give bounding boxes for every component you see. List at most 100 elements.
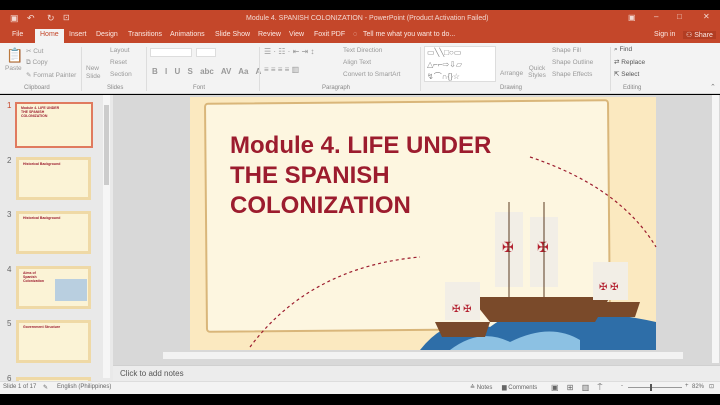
zoom-slider[interactable]: [628, 384, 682, 391]
view-buttons[interactable]: ▣ ⊞ ▥ ⍑: [551, 383, 602, 393]
thumbnail-slide-1[interactable]: Module 4. LIFE UNDER THE SPANISH COLONIZ…: [15, 102, 93, 148]
tab-design[interactable]: Design: [96, 31, 118, 38]
slide-thumbnail-panel: 1 Module 4. LIFE UNDER THE SPANISH COLON…: [0, 95, 113, 387]
title-bar: ▣ ↶ ↻ ⊡ Module 4. SPANISH COLONIZATION -…: [0, 10, 720, 28]
notes-label: Notes: [476, 385, 493, 391]
thumbnail-slide-2[interactable]: Historical Background: [16, 157, 91, 200]
format-painter-button[interactable]: ✎ Format Painter: [26, 71, 76, 79]
layout-button[interactable]: Layout: [110, 47, 130, 54]
zoom-level[interactable]: 82%: [692, 384, 704, 390]
list-buttons[interactable]: ☰ · ☷ · ⇤ ⇥ ↕: [264, 47, 314, 56]
spacing-button[interactable]: AV: [221, 67, 232, 76]
font-family-select[interactable]: [150, 48, 192, 57]
thumbnail-scrollbar[interactable]: [103, 95, 110, 378]
align-buttons[interactable]: ≡ ≡ ≡ ≡ ▥: [264, 65, 299, 74]
thumbnail-slide-5[interactable]: Government Structure: [16, 320, 91, 363]
minimize-button[interactable]: –: [654, 12, 658, 21]
font-format-buttons[interactable]: B I U S abc AV Aa A: [152, 67, 261, 76]
tab-insert[interactable]: Insert: [69, 31, 87, 38]
paste-button[interactable]: Paste: [5, 65, 22, 72]
cut-button[interactable]: ✂ Cut: [26, 47, 43, 55]
tab-slide-show[interactable]: Slide Show: [215, 31, 250, 38]
tab-review[interactable]: Review: [258, 31, 281, 38]
undo-icon[interactable]: ↶: [27, 13, 35, 24]
share-button[interactable]: ⚇ Share: [683, 31, 716, 39]
arrange-button[interactable]: Arrange: [500, 70, 523, 77]
clipboard-group-label: Clipboard: [24, 85, 50, 91]
strikethrough-button[interactable]: abc: [200, 67, 214, 76]
horizontal-scrollbar[interactable]: [163, 352, 683, 359]
copy-button[interactable]: ⧉ Copy: [26, 59, 48, 67]
ribbon-display-icon[interactable]: ▣: [628, 13, 636, 22]
notes-placeholder: Click to add notes: [120, 369, 184, 378]
zoom-out-button[interactable]: -: [621, 383, 623, 389]
tab-animations[interactable]: Animations: [170, 31, 205, 38]
comments-button[interactable]: ▆ Comments: [502, 384, 537, 391]
lightbulb-icon: ◌: [353, 31, 358, 38]
zoom-in-button[interactable]: +: [685, 383, 689, 389]
notes-button[interactable]: ≙ Notes: [470, 384, 492, 391]
italic-button[interactable]: I: [165, 67, 167, 76]
spellcheck-icon[interactable]: ✎: [43, 384, 48, 391]
status-bar: Slide 1 of 17 ✎ English (Philippines) ≙ …: [0, 381, 720, 394]
shape-outline-button[interactable]: Shape Outline: [552, 59, 593, 66]
align-text-button[interactable]: Align Text: [343, 59, 371, 66]
sign-in-link[interactable]: Sign in: [654, 31, 675, 38]
maximize-button[interactable]: □: [677, 12, 682, 21]
person-icon: ⚇: [686, 32, 695, 39]
redo-icon[interactable]: ↻: [47, 13, 55, 24]
shapes-gallery[interactable]: ▭╲╲□○▭ △⌐⌐⇨⇩▱ ↯⌒∩{}☆: [424, 46, 496, 82]
drawing-group-label: Drawing: [500, 85, 523, 91]
find-button[interactable]: ⌕ Find: [614, 46, 632, 54]
divider: [81, 47, 82, 91]
slides-group-label: Slides: [107, 85, 124, 91]
thumbnail-slide-4[interactable]: Aims of Spanish Colonization: [16, 266, 91, 309]
tab-foxit-pdf[interactable]: Foxit PDF: [314, 31, 345, 38]
change-case-button[interactable]: Aa: [238, 67, 248, 76]
tab-file[interactable]: File: [12, 31, 23, 38]
new-slide-button[interactable]: New Slide: [86, 65, 106, 81]
select-button[interactable]: ⇱ Select: [614, 70, 639, 78]
font-size-select[interactable]: [196, 48, 216, 57]
slide-number: 5: [7, 319, 12, 328]
text-direction-button[interactable]: Text Direction: [343, 47, 382, 54]
reset-button[interactable]: Reset: [110, 59, 127, 66]
convert-smartart-button[interactable]: Convert to SmartArt: [343, 71, 400, 78]
zoom-slider-thumb[interactable]: [649, 384, 652, 391]
quick-styles-button[interactable]: Quick Styles: [527, 65, 547, 79]
bold-button[interactable]: B: [152, 67, 158, 76]
tab-view[interactable]: View: [289, 31, 304, 38]
collapse-ribbon-icon[interactable]: ⌃: [710, 83, 716, 91]
svg-text:✠ ✠: ✠ ✠: [452, 304, 472, 315]
shadow-button[interactable]: S: [188, 67, 193, 76]
thumbnail-title: Historical Background: [23, 216, 61, 220]
scrollbar-thumb[interactable]: [104, 105, 109, 185]
slide-number: 4: [7, 265, 12, 274]
fit-slide-icon[interactable]: ⊡: [709, 383, 714, 390]
slideshow-icon[interactable]: ⊡: [63, 13, 70, 22]
tab-transitions[interactable]: Transitions: [128, 31, 162, 38]
divider: [610, 47, 611, 91]
shape-fill-button[interactable]: Shape Fill: [552, 47, 581, 54]
close-button[interactable]: ✕: [703, 12, 710, 21]
ribbon-tabs: File Home Insert Design Transitions Anim…: [0, 28, 720, 43]
shape-effects-button[interactable]: Shape Effects: [552, 71, 592, 78]
notes-pane[interactable]: Click to add notes: [113, 365, 720, 381]
thumbnail-image: [55, 279, 87, 301]
paragraph-group-label: Paragraph: [322, 85, 351, 91]
thumbnail-slide-3[interactable]: Historical Background: [16, 211, 91, 254]
save-icon[interactable]: ▣: [10, 13, 19, 24]
slide-title[interactable]: Module 4. LIFE UNDER THE SPANISH COLONIZ…: [230, 131, 540, 220]
replace-button[interactable]: ⇄ Replace: [614, 58, 645, 66]
slide-counter: Slide 1 of 17: [3, 384, 37, 390]
tab-home[interactable]: Home: [35, 29, 64, 43]
select-label: Select: [621, 71, 640, 78]
tell-me-box[interactable]: Tell me what you want to do...: [363, 31, 455, 38]
replace-label: Replace: [621, 59, 646, 66]
section-button[interactable]: Section: [110, 71, 132, 78]
divider: [146, 47, 147, 91]
thumbnail-title: Historical Background: [23, 162, 61, 166]
language-indicator[interactable]: English (Philippines): [57, 384, 111, 390]
underline-button[interactable]: U: [174, 67, 180, 76]
window-title: Module 4. SPANISH COLONIZATION - PowerPo…: [246, 15, 489, 22]
